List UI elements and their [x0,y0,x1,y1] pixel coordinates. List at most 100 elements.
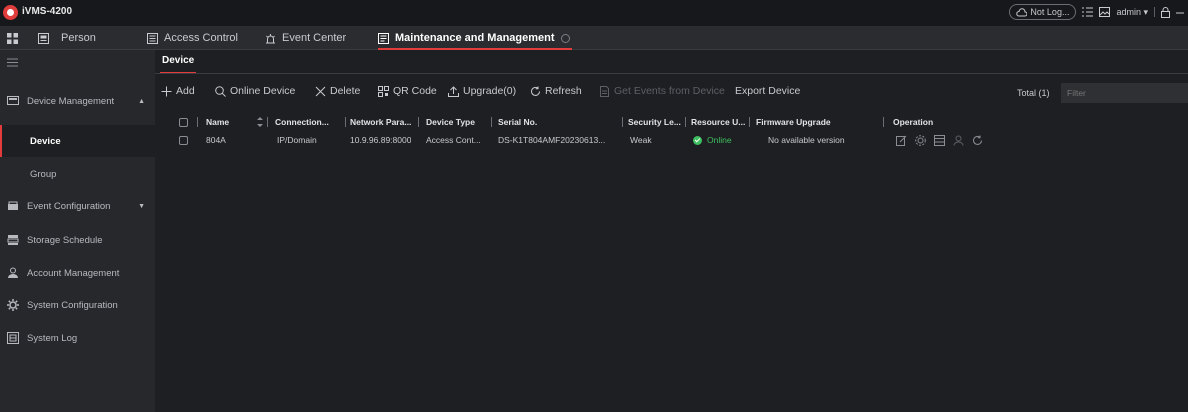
cell-firmware: No available version [768,135,845,145]
sidebar-item-device-management[interactable]: Device Management ▲ [0,85,155,117]
login-status-button[interactable]: Not Log... [1009,4,1077,20]
remote-config-icon[interactable] [934,134,945,146]
cell-operation [896,131,983,149]
event-configuration-icon [8,201,18,210]
tab-person[interactable]: Person [38,26,96,50]
export-device-label: Export Device [735,85,801,97]
filter-input[interactable] [1061,83,1188,103]
device-table: Name Connection... Network Para... Devic… [160,113,1188,149]
user-icon[interactable] [953,135,964,146]
cell-name: 804A [206,135,226,145]
device-management-icon [7,96,19,105]
app-title: iVMS-4200 [22,6,73,17]
plus-icon [161,86,172,96]
upload-icon [448,85,459,97]
sidebar-item-label: System Log [27,332,78,344]
qr-code-icon [378,85,389,97]
access-control-icon [147,32,158,44]
gear-icon [7,299,19,311]
minimize-icon[interactable] [1176,7,1184,18]
gear-icon[interactable] [915,134,926,146]
sidebar-collapse-icon[interactable] [7,58,18,67]
sidebar-item-system-configuration[interactable]: System Configuration [0,289,155,321]
table-header: Name Connection... Network Para... Devic… [160,113,1188,131]
user-name: admin [1116,6,1141,17]
close-icon [315,86,326,96]
app-logo-icon [3,5,18,20]
search-icon [215,85,226,97]
sidebar-item-device[interactable]: Device [0,125,155,157]
user-menu[interactable]: admin ▾ [1116,7,1148,18]
column-divider [749,117,750,127]
cell-resource: Online [693,131,732,149]
get-events-from-device-button[interactable]: Get Events from Device [599,85,725,97]
cell-device-type: Access Cont... [426,135,481,145]
column-header-network[interactable]: Network Para... [350,113,411,131]
column-header-connection[interactable]: Connection... [275,113,329,131]
column-header-serial[interactable]: Serial No. [498,113,537,131]
sidebar-item-event-configuration[interactable]: Event Configuration ▼ [0,190,155,222]
tab-event-center[interactable]: Event Center [265,26,346,50]
tab-label: Maintenance and Management [395,32,555,44]
person-card-icon [38,32,49,44]
get-events-label: Get Events from Device [614,85,725,97]
tab-maintenance-and-management[interactable]: Maintenance and Management [378,26,572,50]
column-header-name[interactable]: Name [206,113,229,131]
maintenance-icon [378,32,389,44]
row-checkbox[interactable] [179,131,188,149]
select-all-checkbox[interactable] [179,113,188,131]
sidebar-item-label: Group [30,168,57,180]
column-header-firmware[interactable]: Firmware Upgrade [756,113,831,131]
export-device-button[interactable]: Export Device [735,85,800,97]
lock-icon[interactable] [1161,6,1170,18]
column-header-device-type[interactable]: Device Type [426,113,475,131]
delete-label: Delete [330,85,361,97]
sidebar-item-account-management[interactable]: Account Management [0,257,155,289]
sidebar-item-group[interactable]: Group [0,158,155,190]
qr-code-button[interactable]: QR Code [378,85,437,97]
column-divider [491,117,492,127]
cloud-icon [1016,7,1028,16]
refresh-button[interactable]: Refresh [530,85,582,97]
sidebar-item-system-log[interactable]: System Log [0,322,155,354]
table-row[interactable]: 804A IP/Domain 10.9.96.89:8000 Access Co… [160,131,1188,149]
add-button[interactable]: Add [161,85,195,97]
toolbar: Add Online Device Delete QR Code Upgrade… [155,83,1188,103]
column-divider [883,117,884,127]
upgrade-button[interactable]: Upgrade(0) [448,85,516,97]
column-header-security[interactable]: Security Le... [628,113,681,131]
divider [155,73,1188,74]
delete-button[interactable]: Delete [315,85,360,97]
divider [1154,7,1155,17]
refresh-icon[interactable] [972,135,983,146]
online-device-button[interactable]: Online Device [215,85,295,97]
column-divider [345,117,346,127]
list-icon[interactable] [1082,7,1094,17]
image-icon[interactable] [1099,7,1111,17]
upgrade-label: Upgrade(0) [463,85,517,97]
column-header-resource[interactable]: Resource U... [691,113,745,131]
tab-label: Access Control [164,32,238,44]
tab-close-icon[interactable] [560,33,570,43]
add-label: Add [176,85,195,97]
login-status-label: Not Log... [1030,7,1070,17]
grid-menu-icon[interactable] [7,33,18,44]
sidebar-item-label: System Configuration [27,299,118,311]
sidebar-item-storage-schedule[interactable]: Storage Schedule [0,224,155,256]
edit-icon[interactable] [896,135,907,146]
cell-connection: IP/Domain [277,135,317,145]
sort-icon[interactable] [257,113,263,131]
tab-access-control[interactable]: Access Control [147,26,238,50]
column-divider [197,117,198,127]
document-icon [600,85,609,97]
cell-network: 10.9.96.89:8000 [350,135,412,145]
sidebar: Device Management ▲ Device Group Event C… [0,50,155,412]
tab-label: Event Center [282,32,347,44]
event-center-icon [266,33,275,43]
module-tab-bar: Person Access Control Event Center Maint… [0,26,1188,50]
refresh-icon [531,86,540,96]
column-divider [685,117,686,127]
account-icon [8,267,18,278]
subtab-device[interactable]: Device [160,55,197,74]
sidebar-item-label: Storage Schedule [27,234,103,246]
